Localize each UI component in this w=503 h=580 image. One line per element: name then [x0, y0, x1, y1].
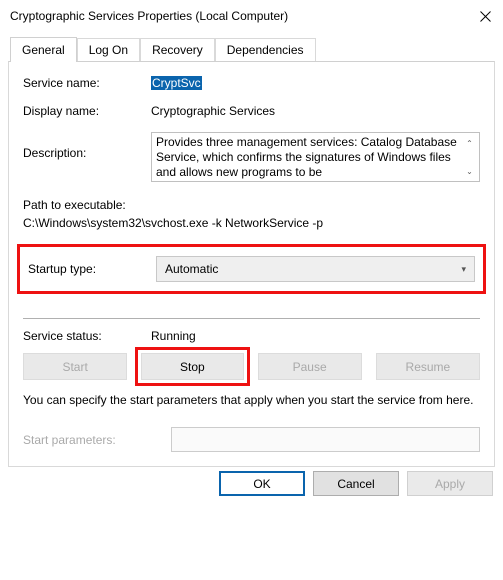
tab-logon[interactable]: Log On [77, 38, 140, 62]
scroll-up-icon[interactable]: ⌃ [461, 134, 478, 152]
start-parameters-input [171, 427, 480, 452]
tab-label: Recovery [152, 43, 203, 57]
highlight-startup-type: Startup type: Automatic ▾ [17, 244, 486, 294]
value-path: C:\Windows\system32\svchost.exe -k Netwo… [23, 214, 480, 232]
start-button: Start [23, 353, 127, 380]
selected-service-name: CryptSvc [151, 76, 202, 90]
description-scrollbar[interactable]: ⌃ ⌄ [461, 134, 478, 180]
separator [23, 318, 480, 319]
highlight-stop-button: Stop [135, 347, 249, 386]
resume-button: Resume [376, 353, 480, 380]
startup-type-dropdown[interactable]: Automatic ▾ [156, 256, 475, 282]
label-service-status: Service status: [23, 329, 151, 343]
chevron-down-icon: ▾ [461, 264, 466, 275]
description-text: Provides three management services: Cata… [156, 135, 457, 179]
label-display-name: Display name: [23, 104, 151, 118]
startup-type-value: Automatic [165, 262, 218, 276]
label-startup-type: Startup type: [28, 262, 156, 276]
description-textbox[interactable]: Provides three management services: Cata… [151, 132, 480, 182]
pause-button: Pause [258, 353, 362, 380]
apply-button: Apply [407, 471, 493, 496]
value-service-name: CryptSvc [151, 76, 480, 90]
scroll-down-icon[interactable]: ⌄ [461, 162, 478, 180]
value-display-name: Cryptographic Services [151, 104, 480, 118]
label-path: Path to executable: [23, 196, 480, 214]
cancel-button[interactable]: Cancel [313, 471, 399, 496]
ok-button[interactable]: OK [219, 471, 305, 496]
tab-label: General [22, 43, 65, 57]
tab-general[interactable]: General [10, 37, 77, 62]
dialog-title: Cryptographic Services Properties (Local… [10, 9, 288, 23]
stop-button[interactable]: Stop [141, 353, 243, 380]
tab-panel-general: Service name: CryptSvc Display name: Cry… [8, 61, 495, 467]
tab-label: Log On [89, 43, 128, 57]
value-service-status: Running [151, 329, 196, 343]
label-start-parameters: Start parameters: [23, 433, 171, 447]
label-service-name: Service name: [23, 76, 151, 90]
tab-recovery[interactable]: Recovery [140, 38, 215, 62]
tab-label: Dependencies [227, 43, 304, 57]
note-text: You can specify the start parameters tha… [23, 392, 480, 409]
tab-dependencies[interactable]: Dependencies [215, 38, 316, 62]
close-icon[interactable] [480, 11, 491, 22]
label-description: Description: [23, 132, 151, 160]
tab-strip: General Log On Recovery Dependencies [10, 36, 495, 61]
